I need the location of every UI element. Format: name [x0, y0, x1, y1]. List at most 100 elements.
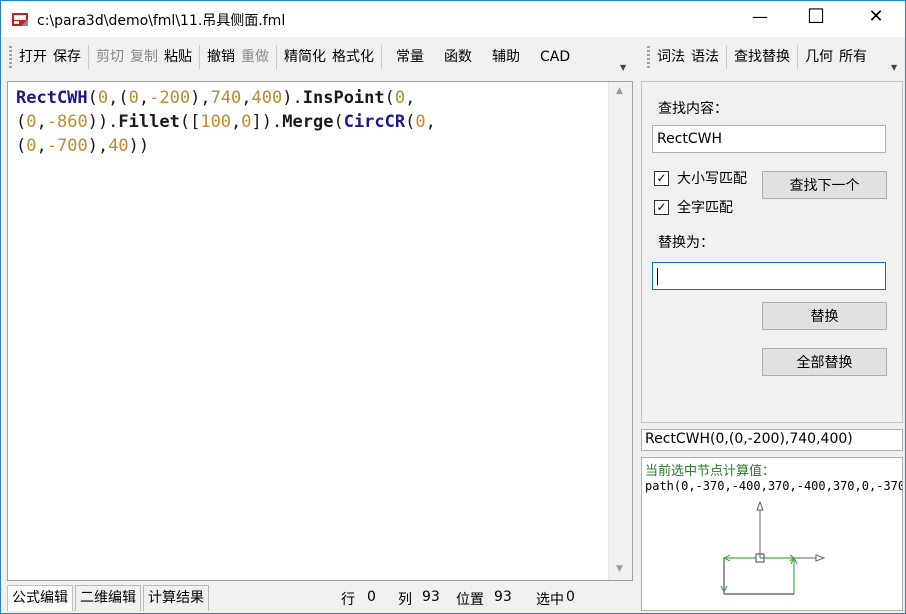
- match-case-check-icon[interactable]: ✓: [654, 170, 669, 186]
- close-button[interactable]: ✕: [853, 1, 899, 31]
- functions-menu[interactable]: 函数: [434, 46, 482, 68]
- toolbar-grip-icon[interactable]: [647, 46, 650, 68]
- status-row-label: 行: [341, 592, 355, 608]
- redo-button[interactable]: 重做: [238, 46, 272, 68]
- status-row-value: 0: [367, 589, 376, 605]
- save-button[interactable]: 保存: [50, 46, 84, 68]
- open-button[interactable]: 打开: [16, 46, 50, 68]
- status-pos: 位置 93: [456, 589, 512, 609]
- code-token: 0: [394, 88, 406, 108]
- code-token: RectCWH: [16, 88, 88, 108]
- whole-word-check-icon[interactable]: ✓: [654, 199, 669, 215]
- code-token: ([: [179, 112, 201, 132]
- toolbar-overflow-icon[interactable]: ▼: [891, 63, 897, 72]
- code-token: 0: [241, 112, 252, 132]
- editor-scrollbar[interactable]: ▲ ▼: [608, 82, 632, 580]
- code-token: CircCR: [343, 112, 406, 132]
- replace-label: 替换为：: [658, 235, 714, 251]
- find-next-button[interactable]: 查找下一个: [762, 171, 887, 199]
- close-icon: ✕: [868, 5, 884, 27]
- code-token: ,: [241, 88, 252, 108]
- constants-menu[interactable]: 常量: [386, 46, 434, 68]
- maximize-button[interactable]: ☐: [793, 1, 839, 31]
- window-title: c:\para3d\demo\fml\11.吊具侧面.fml: [37, 13, 286, 29]
- editor-tabs: 公式编辑 二维编辑 计算结果: [7, 585, 211, 611]
- code-token: 0: [97, 88, 109, 108]
- formula-editor[interactable]: RectCWH(0,(0,-200),740,400).InsPoint(0, …: [7, 81, 633, 581]
- toolbar-divider: [199, 45, 200, 69]
- node-result-title: 当前选中节点计算值：: [645, 464, 776, 479]
- node-result-path: path(0,-370,-400,370,-400,370,0,-370,0,-…: [645, 479, 903, 493]
- code-token: ,: [36, 136, 47, 156]
- status-col: 列 93: [398, 589, 440, 609]
- code-token: (: [405, 112, 416, 132]
- scroll-down-icon[interactable]: ▼: [616, 564, 623, 574]
- code-token: 0: [26, 112, 37, 132]
- assist-menu[interactable]: 辅助: [482, 46, 530, 68]
- minimize-icon: —: [752, 6, 768, 26]
- status-pos-label: 位置: [456, 592, 484, 608]
- text-cursor: [657, 267, 658, 285]
- code-token: 400: [251, 88, 283, 108]
- find-replace-button[interactable]: 查找替换: [731, 46, 793, 68]
- replace-all-button[interactable]: 全部替换: [762, 348, 887, 376]
- code-token: ).: [282, 88, 303, 108]
- undo-button[interactable]: 撤销: [204, 46, 238, 68]
- cut-button[interactable]: 剪切: [93, 46, 127, 68]
- find-input[interactable]: RectCWH: [652, 125, 886, 153]
- toolbar-overflow-icon[interactable]: ▼: [620, 63, 626, 72]
- code-token: (: [87, 88, 98, 108]
- tab-calc-result[interactable]: 计算结果: [143, 585, 209, 611]
- syntax-button[interactable]: 语法: [688, 46, 722, 68]
- code-token: -700: [46, 136, 88, 156]
- axis-x-arrow-icon: [815, 554, 826, 562]
- code-token: )).: [87, 112, 119, 132]
- selected-node-expression[interactable]: RectCWH(0,(0,-200),740,400): [641, 429, 903, 451]
- node-result-panel: 当前选中节点计算值： path(0,-370,-400,370,-400,370…: [641, 457, 903, 611]
- code-token: ,(: [108, 88, 129, 108]
- maximize-icon: ☐: [807, 4, 825, 28]
- code-token: ,: [138, 88, 150, 108]
- code-token: 0: [128, 88, 139, 108]
- tab-formula-edit[interactable]: 公式编辑: [7, 585, 73, 611]
- code-token: ]).: [251, 112, 283, 132]
- code-token: -860: [46, 112, 88, 132]
- minimize-button[interactable]: —: [737, 1, 783, 31]
- status-sel-value: 0: [566, 589, 575, 605]
- status-pos-value: 93: [494, 589, 512, 605]
- geometry-button[interactable]: 几何: [802, 46, 836, 68]
- paste-button[interactable]: 粘贴: [161, 46, 195, 68]
- all-button[interactable]: 所有: [836, 46, 870, 68]
- toolbar-grip-icon[interactable]: [9, 46, 12, 68]
- scroll-up-icon[interactable]: ▲: [616, 86, 623, 96]
- title-bar[interactable]: c:\para3d\demo\fml\11.吊具侧面.fml — ☐ ✕: [1, 1, 905, 37]
- status-sel-label: 选中: [536, 592, 564, 608]
- toolbar-divider: [797, 45, 798, 69]
- geometry-preview: [720, 500, 826, 595]
- main-toolbar: 打开 保存 剪切 复制 粘贴 撤销 重做 精简化 格式化 常量 函数 辅助 CA…: [7, 39, 635, 75]
- find-replace-panel: 查找内容： RectCWH ✓ 大小写匹配 ✓ 全字匹配 查找下一个 替换为： …: [641, 81, 903, 423]
- toolbar-divider: [276, 45, 277, 69]
- match-case-label: 大小写匹配: [677, 171, 747, 187]
- match-case-checkbox[interactable]: ✓ 大小写匹配: [654, 168, 747, 188]
- code-token: Fillet: [118, 112, 180, 132]
- cad-menu[interactable]: CAD: [530, 46, 580, 68]
- code-token: InsPoint: [302, 88, 385, 108]
- tab-2d-edit[interactable]: 二维编辑: [75, 585, 141, 611]
- status-row: 行 0: [341, 589, 376, 609]
- replace-input[interactable]: [652, 262, 886, 290]
- lexical-button[interactable]: 词法: [654, 46, 688, 68]
- simplify-button[interactable]: 精简化: [281, 46, 329, 68]
- code-token: 740: [210, 88, 242, 108]
- replace-button[interactable]: 替换: [762, 302, 887, 330]
- code-token: 0: [26, 136, 37, 156]
- code-token: )): [128, 136, 150, 156]
- whole-word-checkbox[interactable]: ✓ 全字匹配: [654, 197, 733, 217]
- code-text[interactable]: RectCWH(0,(0,-200),740,400).InsPoint(0, …: [16, 86, 606, 158]
- copy-button[interactable]: 复制: [127, 46, 161, 68]
- status-col-label: 列: [398, 592, 412, 608]
- toolbar-divider: [381, 45, 382, 69]
- status-col-value: 93: [422, 589, 440, 605]
- format-button[interactable]: 格式化: [329, 46, 377, 68]
- code-token: ,: [36, 112, 47, 132]
